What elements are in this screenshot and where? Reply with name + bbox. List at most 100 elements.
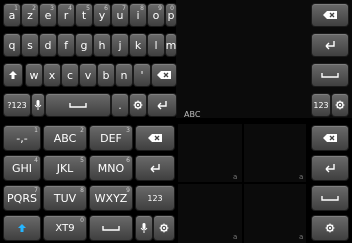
t9-key-9-label: WXYZ (94, 191, 128, 205)
shift-icon (8, 70, 18, 80)
key-w[interactable]: w (26, 64, 42, 86)
key-b[interactable]: b (98, 64, 114, 86)
key-n-label: n (120, 68, 128, 82)
shift-icon (17, 223, 27, 233)
key-n[interactable]: n (116, 64, 132, 86)
key-s[interactable]: s (22, 34, 38, 56)
hint-6: 6 (104, 5, 108, 12)
t9-enter-key[interactable] (136, 156, 174, 180)
key-j[interactable]: j (112, 34, 128, 56)
delete-icon (156, 70, 172, 80)
enter-key-right-top[interactable] (312, 34, 348, 56)
t9-hint-6: 6 (126, 157, 130, 164)
t9-key-7[interactable]: 7 PQRS (4, 186, 40, 210)
t9-gear-key[interactable] (154, 216, 174, 240)
key-h[interactable]: h (94, 34, 110, 56)
hint-1: 1 (14, 5, 18, 12)
key-u-7[interactable]: 7 u (112, 4, 128, 26)
key-d-label: d (44, 38, 52, 52)
t9-hint-8: 8 (80, 187, 84, 194)
hint-8: 8 (140, 5, 144, 12)
key-x[interactable]: x (44, 64, 60, 86)
key-apostrophe[interactable]: ' (134, 64, 150, 86)
t9-mic-key[interactable] (136, 216, 152, 240)
backspace-key[interactable] (152, 64, 176, 86)
gear-key-right-top[interactable] (332, 94, 348, 116)
t9-key-3[interactable]: 3 DEF (90, 126, 132, 150)
gear-icon (335, 100, 345, 110)
space-key-right-top[interactable] (312, 64, 348, 86)
dot-key[interactable]: . (112, 94, 128, 116)
gear-key-top[interactable] (130, 94, 146, 116)
corner-letter-3: a (233, 233, 238, 241)
t9-key-2-label: ABC (53, 131, 77, 145)
enter-icon (155, 100, 169, 110)
key-r-4[interactable]: 4 r (58, 4, 74, 26)
delete-icon (322, 133, 338, 143)
abc-label: ABC (184, 110, 201, 119)
bottom-center-panel-br (244, 184, 306, 243)
hint-2: 2 (32, 5, 36, 12)
key-e-3[interactable]: 3 e (40, 4, 56, 26)
key-c[interactable]: c (62, 64, 78, 86)
key-y-6[interactable]: 6 y (94, 4, 110, 26)
t9-key-4[interactable]: 4 GHI (4, 156, 40, 180)
key-l[interactable]: l (148, 34, 164, 56)
space-key-right-bottom[interactable] (312, 186, 348, 210)
t9-space-key[interactable] (90, 216, 132, 240)
dot-key-label: . (118, 98, 122, 112)
key-a-1[interactable]: 1 a (4, 4, 20, 26)
corner-letter-2: a (299, 173, 304, 181)
key-g[interactable]: g (76, 34, 92, 56)
enter-key-top[interactable] (148, 94, 176, 116)
space-icon (321, 72, 339, 78)
t9-key-8[interactable]: 8 TUV (44, 186, 86, 210)
key-p-0[interactable]: 0 p (166, 4, 176, 26)
key-o-9[interactable]: 9 o (148, 4, 164, 26)
mic-key[interactable] (32, 94, 44, 116)
key-d[interactable]: d (40, 34, 56, 56)
t9-backspace-key[interactable] (136, 126, 174, 150)
key-v[interactable]: v (80, 64, 96, 86)
key-x-label: x (48, 68, 56, 82)
gear-key-right-bottom[interactable] (312, 216, 348, 240)
t9-hint-1: 1 (34, 127, 38, 134)
mode-123-key[interactable]: ?123 (4, 94, 30, 116)
t9-xt9-label: XT9 (55, 222, 75, 234)
enter-icon (323, 163, 337, 173)
space-icon (321, 195, 339, 201)
key-t-5[interactable]: 5 t (76, 4, 92, 26)
enter-key-right-bottom[interactable] (312, 156, 348, 180)
t9-shift-key[interactable] (4, 216, 40, 240)
key-m-label: m (165, 38, 177, 52)
enter-icon (323, 40, 337, 50)
shift-key[interactable] (4, 64, 22, 86)
space-key-top[interactable] (46, 94, 110, 116)
mic-icon (34, 99, 42, 111)
t9-mode-123-key[interactable]: 123 (136, 186, 174, 210)
t9-key-2[interactable]: 2 ABC (44, 126, 86, 150)
space-icon (69, 102, 87, 108)
t9-key-6[interactable]: 6 MNO (90, 156, 132, 180)
key-i-8[interactable]: 8 i (130, 4, 146, 26)
delete-key-right-top[interactable] (312, 4, 348, 26)
key-f[interactable]: f (58, 34, 74, 56)
t9-key-4-label: GHI (11, 161, 33, 175)
key-z-2[interactable]: 2 z (22, 4, 38, 26)
mode-123-key-right[interactable]: 123 (312, 94, 330, 116)
key-k[interactable]: k (130, 34, 146, 56)
delete-icon (322, 10, 338, 20)
mode-123-label: ?123 (7, 100, 27, 110)
t9-key-1[interactable]: 1 -,- (4, 126, 40, 150)
t9-key-1-label: -,- (16, 131, 28, 145)
key-k-label: k (134, 38, 142, 52)
t9-key-9[interactable]: 9 WXYZ (90, 186, 132, 210)
space-icon (102, 225, 120, 231)
t9-xt9-key[interactable]: 0 XT9 (44, 216, 86, 240)
t9-key-5[interactable]: 5 JKL (44, 156, 86, 180)
key-q[interactable]: q (4, 34, 20, 56)
t9-hint-0: 0 (80, 217, 84, 224)
t9-mode-123-label: 123 (147, 193, 163, 203)
key-m[interactable]: m (166, 34, 176, 56)
delete-key-right-bottom[interactable] (312, 126, 348, 150)
